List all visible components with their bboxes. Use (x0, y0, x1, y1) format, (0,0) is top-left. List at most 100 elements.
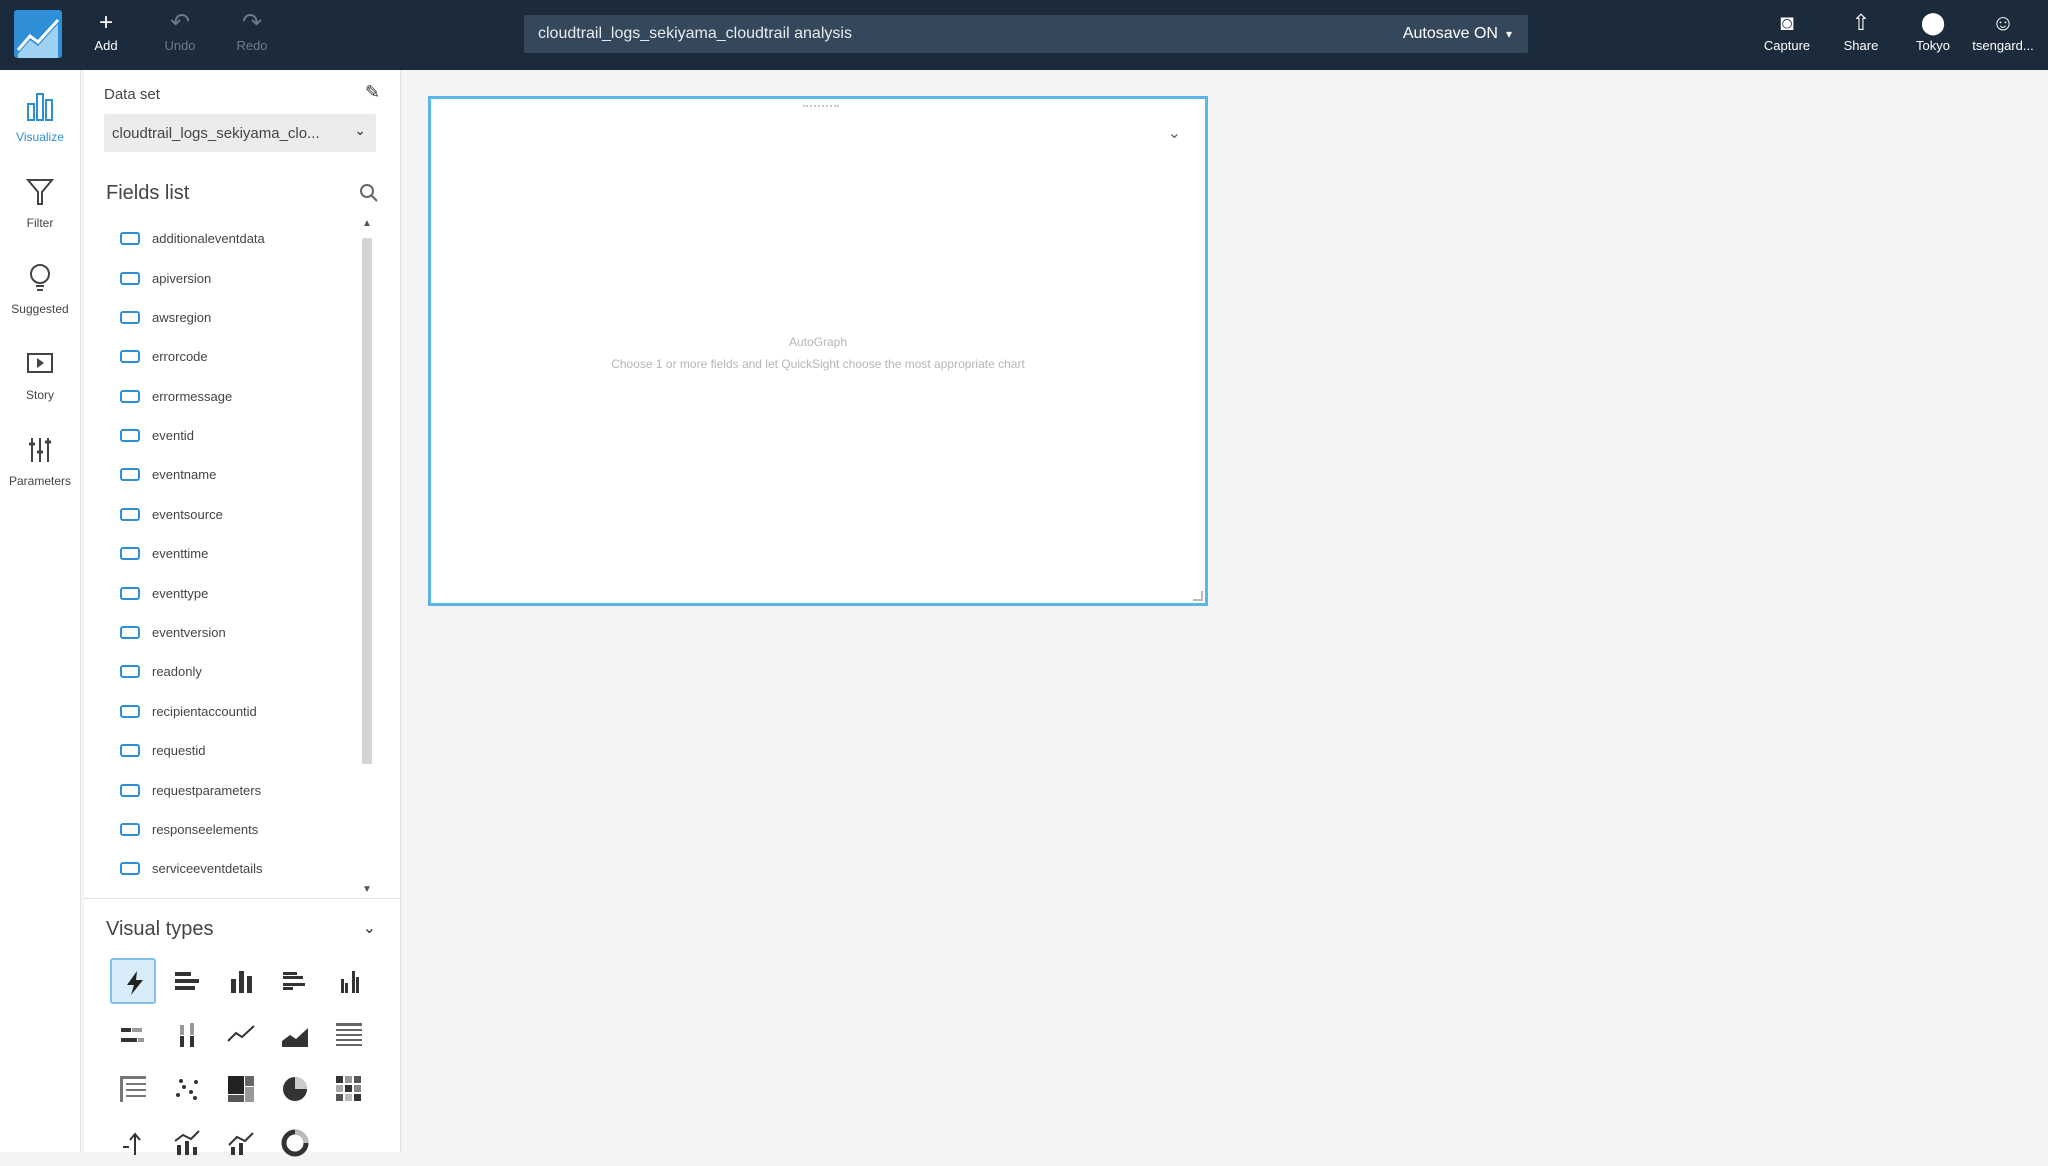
field-item[interactable]: eventtype (120, 585, 208, 615)
rail-item-visualize[interactable]: Visualize (0, 80, 80, 160)
camera-icon: ◙ (1780, 10, 1794, 35)
line-chart-icon[interactable] (218, 1012, 264, 1058)
chevron-down-icon[interactable]: ⌄ (1168, 123, 1181, 143)
region-button[interactable]: ⬤ Tokyo (1900, 8, 1966, 62)
chevron-down-icon: ▾ (1505, 27, 1512, 41)
field-type-icon (120, 390, 140, 404)
area-chart-icon[interactable] (272, 1012, 318, 1058)
field-item[interactable]: requestid (120, 742, 205, 772)
field-item[interactable]: eventsource (120, 506, 223, 536)
dataset-label: Data set (104, 86, 160, 103)
filter-icon (25, 179, 55, 205)
quicksight-logo-icon[interactable] (14, 10, 62, 58)
story-icon (27, 353, 53, 373)
field-item[interactable]: recipientaccountid (120, 703, 257, 733)
heat-map-icon[interactable] (326, 1066, 372, 1112)
rail-item-story[interactable]: Story (0, 338, 80, 418)
add-button[interactable]: + Add (76, 8, 136, 62)
chevron-down-icon: ⌄ (354, 122, 366, 138)
redo-button[interactable]: ↷ Redo (222, 8, 282, 62)
horizontal-bar-icon[interactable] (164, 958, 210, 1004)
field-item[interactable]: eventid (120, 427, 194, 457)
drag-handle[interactable] (803, 105, 839, 113)
combo-chart-icon[interactable] (164, 1120, 210, 1166)
fields-list-title: Fields list (106, 182, 190, 204)
rail-item-parameters[interactable]: Parameters (0, 424, 80, 504)
scroll-thumb[interactable] (362, 238, 372, 764)
field-type-icon (120, 429, 140, 443)
clustered-horizontal-bar-icon[interactable] (272, 958, 318, 1004)
scatter-plot-icon[interactable] (164, 1066, 210, 1112)
undo-icon: ↶ (169, 9, 191, 36)
tree-map-icon[interactable] (218, 1066, 264, 1112)
fields-panel: Data set ✎ cloudtrail_logs_sekiyama_clo.… (84, 70, 401, 1157)
field-item[interactable]: awsregion (120, 309, 211, 339)
chevron-down-icon[interactable]: ⌄ (363, 918, 376, 938)
combo-line-icon[interactable] (218, 1120, 264, 1166)
undo-button[interactable]: ↶ Undo (150, 8, 210, 62)
vertical-bar-icon[interactable] (218, 958, 264, 1004)
table-icon[interactable] (326, 1012, 372, 1058)
field-type-icon (120, 587, 140, 601)
field-type-icon (120, 705, 140, 719)
donut-chart-icon[interactable] (272, 1120, 318, 1166)
fields-list: additionaleventdata apiversion awsregion… (84, 216, 374, 896)
user-menu-button[interactable]: ☺ tsengard... (1970, 8, 2036, 62)
autograph-description: Choose 1 or more fields and let QuickSig… (611, 357, 1025, 371)
field-type-icon (120, 665, 140, 679)
field-item[interactable]: readonly (120, 663, 202, 693)
share-button[interactable]: ⇧ Share (1828, 8, 1894, 62)
field-type-icon (120, 626, 140, 640)
field-item[interactable]: requestparameters (120, 782, 261, 812)
redo-icon: ↷ (241, 9, 263, 36)
stacked-vertical-bar-icon[interactable] (164, 1012, 210, 1058)
kpi-icon[interactable] (110, 1120, 156, 1166)
field-type-icon (120, 862, 140, 876)
pie-chart-icon[interactable] (272, 1066, 318, 1112)
scroll-up-icon[interactable]: ▲ (360, 218, 374, 232)
field-item[interactable]: eventname (120, 466, 216, 496)
dataset-select[interactable]: cloudtrail_logs_sekiyama_clo... ⌄ (104, 114, 376, 152)
divider (84, 898, 400, 899)
autograph-title: AutoGraph (788, 335, 848, 349)
autograph-icon[interactable] (110, 958, 156, 1004)
scroll-down-icon[interactable]: ▼ (360, 884, 374, 898)
analysis-title-field[interactable]: cloudtrail_logs_sekiyama_cloudtrail anal… (524, 15, 1528, 53)
field-type-icon (120, 547, 140, 561)
autograph-visual[interactable]: ⌄ AutoGraph Choose 1 or more fields and … (428, 96, 1208, 606)
field-item[interactable]: apiversion (120, 270, 211, 300)
rail-item-filter[interactable]: Filter (0, 166, 80, 246)
analysis-title: cloudtrail_logs_sekiyama_cloudtrail anal… (538, 25, 852, 42)
search-icon[interactable] (358, 182, 380, 204)
plus-icon: + (98, 9, 113, 36)
field-item[interactable]: errormessage (120, 388, 232, 418)
fields-scrollbar[interactable]: ▲ ▼ (360, 218, 374, 898)
clustered-vertical-bar-icon[interactable] (326, 958, 372, 1004)
lightbulb-icon (30, 264, 50, 291)
field-item[interactable]: additionaleventdata (120, 230, 265, 260)
visual-types-title: Visual types (106, 918, 214, 940)
autosave-toggle[interactable]: Autosave ON ▾ (1403, 25, 1512, 43)
field-item[interactable]: serviceeventdetails (120, 860, 263, 890)
capture-button[interactable]: ◙ Capture (1754, 8, 1820, 62)
share-icon: ⇧ (1851, 10, 1871, 35)
pivot-table-icon[interactable] (110, 1066, 156, 1112)
rail-item-suggested[interactable]: Suggested (0, 252, 80, 332)
field-type-icon (120, 311, 140, 325)
sliders-icon (29, 438, 51, 462)
pencil-icon[interactable]: ✎ (365, 82, 380, 103)
left-rail: Visualize Filter Suggested Story Paramet… (0, 70, 81, 1152)
field-type-icon (120, 468, 140, 482)
user-icon: ☺ (1991, 10, 2015, 35)
field-item[interactable]: errorcode (120, 348, 208, 378)
resize-handle[interactable] (1193, 591, 1203, 601)
field-item[interactable]: eventtime (120, 545, 208, 575)
stacked-horizontal-bar-icon[interactable] (110, 1012, 156, 1058)
field-type-icon (120, 350, 140, 364)
field-type-icon (120, 508, 140, 522)
field-item[interactable]: responseelements (120, 821, 258, 851)
field-type-icon (120, 272, 140, 286)
field-item[interactable]: eventversion (120, 624, 226, 654)
visual-types-grid (110, 958, 380, 1157)
field-type-icon (120, 784, 140, 798)
